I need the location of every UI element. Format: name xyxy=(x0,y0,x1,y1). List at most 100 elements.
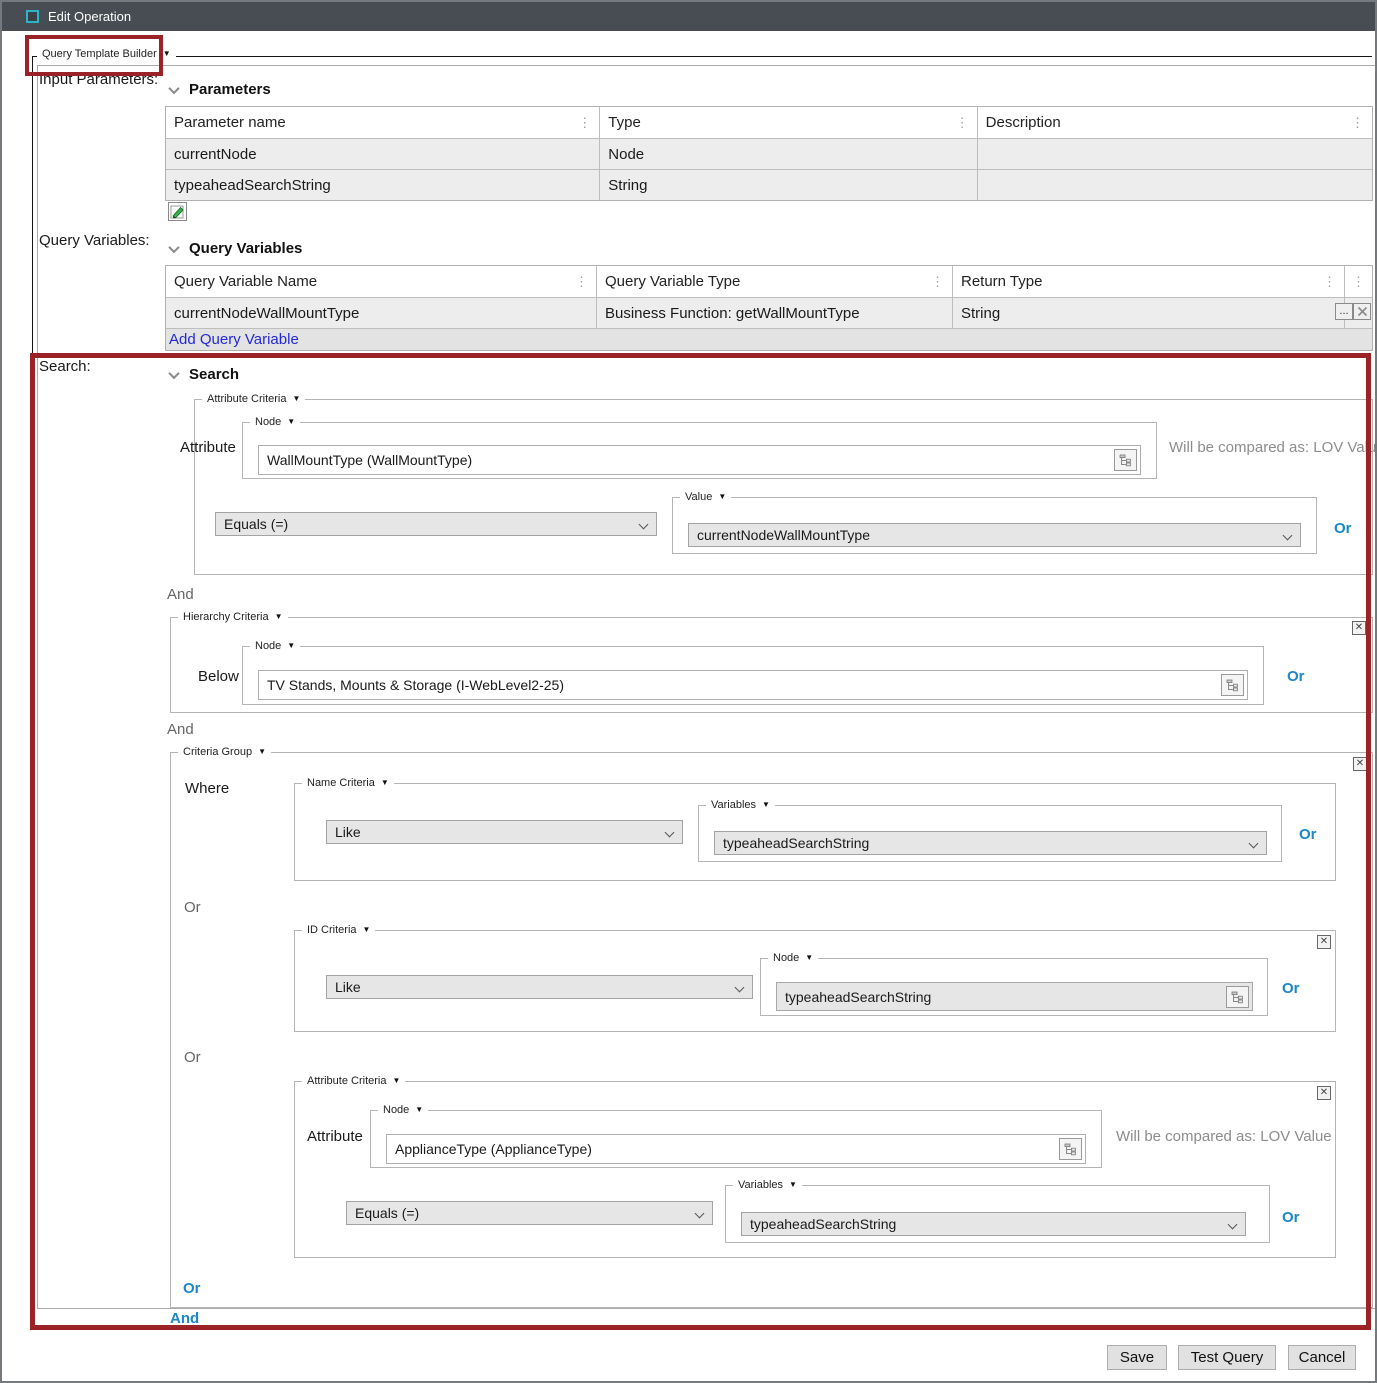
attribute-criteria-legend[interactable]: Attribute Criteria ▼ xyxy=(302,1075,405,1087)
hierarchy-picker-button[interactable] xyxy=(1221,674,1244,696)
chevron-down-icon: ▼ xyxy=(287,642,295,650)
column-menu-icon[interactable]: ⋮ xyxy=(1351,116,1364,129)
query-template-builder-label: Query Template Builder xyxy=(42,48,157,60)
attribute-node-input[interactable]: ApplianceType (ApplianceType) xyxy=(386,1134,1086,1164)
column-menu-icon[interactable]: ⋮ xyxy=(1323,275,1336,288)
search-section-header[interactable]: Search xyxy=(170,366,239,383)
tree-icon xyxy=(1064,1143,1077,1156)
attribute-node-input[interactable]: WallMountType (WallMountType) xyxy=(258,445,1141,475)
or-toggle[interactable]: Or xyxy=(1299,826,1317,843)
variables-legend[interactable]: Variables ▼ xyxy=(706,799,775,811)
remove-criteria-icon[interactable]: ✕ xyxy=(1317,1086,1331,1100)
hierarchy-picker-button[interactable] xyxy=(1114,449,1137,471)
chevron-down-icon: ▼ xyxy=(275,613,283,621)
chevron-down-icon: ▼ xyxy=(392,1077,400,1085)
below-label: Below xyxy=(198,668,239,685)
column-header[interactable]: Return Type⋮ xyxy=(952,266,1344,297)
collapse-icon[interactable] xyxy=(168,367,179,378)
browse-variable-button[interactable]: ... xyxy=(1335,303,1353,320)
search-header-text: Search xyxy=(189,366,239,383)
node-legend[interactable]: Node ▼ xyxy=(768,952,818,964)
column-header[interactable]: Query Variable Type⋮ xyxy=(596,266,952,297)
add-query-variable-link[interactable]: Add Query Variable xyxy=(169,331,299,348)
tree-icon xyxy=(1231,991,1244,1004)
operator-select[interactable]: Like xyxy=(326,820,683,844)
query-variables-section-header[interactable]: Query Variables xyxy=(170,240,302,257)
chevron-down-icon xyxy=(665,828,675,838)
variable-select[interactable]: typeaheadSearchString xyxy=(714,831,1267,855)
variable-select[interactable]: typeaheadSearchString xyxy=(741,1212,1246,1236)
query-variables-header-text: Query Variables xyxy=(189,240,302,257)
parameters-section-header[interactable]: Parameters xyxy=(170,81,271,98)
remove-criteria-icon[interactable]: ✕ xyxy=(1317,935,1331,949)
table-row[interactable]: currentNode Node xyxy=(166,138,1372,169)
chevron-down-icon xyxy=(639,520,649,530)
input-parameters-label: Input Parameters: xyxy=(39,71,158,88)
column-menu-icon[interactable]: ⋮ xyxy=(578,116,591,129)
column-header[interactable]: Parameter name⋮ xyxy=(166,107,599,138)
column-header[interactable]: Type⋮ xyxy=(599,107,976,138)
id-node-input[interactable]: typeaheadSearchString xyxy=(776,982,1253,1011)
attribute-label: Attribute xyxy=(180,439,236,456)
id-criteria-legend[interactable]: ID Criteria ▼ xyxy=(302,924,375,936)
parameters-header-text: Parameters xyxy=(189,81,271,98)
value-legend[interactable]: Value ▼ xyxy=(680,491,731,503)
or-connector: Or xyxy=(184,1049,201,1066)
or-toggle[interactable]: Or xyxy=(1282,1209,1300,1226)
compare-note: Will be compared as: LOV Value xyxy=(1169,439,1377,456)
collapse-icon[interactable] xyxy=(168,82,179,93)
or-toggle[interactable]: Or xyxy=(1287,668,1305,685)
edit-parameters-icon[interactable] xyxy=(168,202,187,221)
hierarchy-picker-button[interactable] xyxy=(1059,1138,1082,1160)
operator-select[interactable]: Equals (=) xyxy=(215,512,657,536)
operator-select[interactable]: Equals (=) xyxy=(346,1201,713,1225)
query-variables-footer-row: Add Query Variable xyxy=(166,328,1372,350)
and-connector: And xyxy=(167,586,194,603)
table-row[interactable]: currentNodeWallMountType Business Functi… xyxy=(166,297,1372,328)
chevron-down-icon: ▼ xyxy=(258,748,266,756)
search-label: Search: xyxy=(39,358,91,375)
hierarchy-picker-button[interactable] xyxy=(1226,986,1249,1008)
hierarchy-criteria-legend[interactable]: Hierarchy Criteria ▼ xyxy=(178,611,288,623)
remove-criteria-icon[interactable]: ✕ xyxy=(1353,757,1367,771)
attribute-criteria-legend[interactable]: Attribute Criteria ▼ xyxy=(202,393,305,405)
column-header[interactable]: Query Variable Name⋮ xyxy=(166,266,596,297)
column-menu-icon[interactable]: ⋮ xyxy=(956,116,969,129)
criteria-group-legend[interactable]: Criteria Group ▼ xyxy=(178,746,271,758)
column-menu-icon[interactable]: ⋮ xyxy=(575,275,588,288)
chevron-down-icon xyxy=(695,1209,705,1219)
column-header[interactable]: Description⋮ xyxy=(977,107,1372,138)
query-template-builder-dropdown[interactable]: Query Template Builder ▼ xyxy=(37,48,176,60)
node-legend[interactable]: Node ▼ xyxy=(250,640,300,652)
node-legend[interactable]: Node ▼ xyxy=(250,416,300,428)
chevron-down-icon xyxy=(735,983,745,993)
or-toggle[interactable]: Or xyxy=(1334,520,1352,537)
column-menu-icon[interactable]: ⋮ xyxy=(1352,275,1365,288)
delete-variable-button[interactable] xyxy=(1353,303,1371,320)
or-toggle[interactable]: Or xyxy=(1282,980,1300,997)
where-label: Where xyxy=(185,780,229,797)
variables-legend[interactable]: Variables ▼ xyxy=(733,1179,802,1191)
node-legend[interactable]: Node ▼ xyxy=(378,1104,428,1116)
cancel-button[interactable]: Cancel xyxy=(1288,1345,1356,1370)
chevron-down-icon: ▼ xyxy=(762,801,770,809)
save-button[interactable]: Save xyxy=(1107,1345,1167,1370)
hierarchy-node-input[interactable]: TV Stands, Mounts & Storage (I-WebLevel2… xyxy=(258,670,1248,700)
table-row[interactable]: typeaheadSearchString String xyxy=(166,169,1372,200)
column-header-actions[interactable]: ⋮ xyxy=(1344,266,1372,297)
test-query-button[interactable]: Test Query xyxy=(1178,1345,1276,1370)
remove-criteria-icon[interactable]: ✕ xyxy=(1352,621,1366,635)
column-menu-icon[interactable]: ⋮ xyxy=(931,275,944,288)
chevron-down-icon xyxy=(1228,1220,1238,1230)
compare-note: Will be compared as: LOV Value xyxy=(1116,1128,1332,1145)
chevron-down-icon: ▼ xyxy=(292,395,300,403)
chevron-down-icon xyxy=(1283,531,1293,541)
add-and-criteria-link[interactable]: And xyxy=(170,1310,199,1327)
chevron-down-icon: ▼ xyxy=(381,779,389,787)
or-connector: Or xyxy=(184,899,201,916)
name-criteria-legend[interactable]: Name Criteria ▼ xyxy=(302,777,394,789)
add-or-criteria-link[interactable]: Or xyxy=(183,1280,201,1297)
collapse-icon[interactable] xyxy=(168,241,179,252)
value-select[interactable]: currentNodeWallMountType xyxy=(688,523,1301,547)
operator-select[interactable]: Like xyxy=(326,975,753,999)
